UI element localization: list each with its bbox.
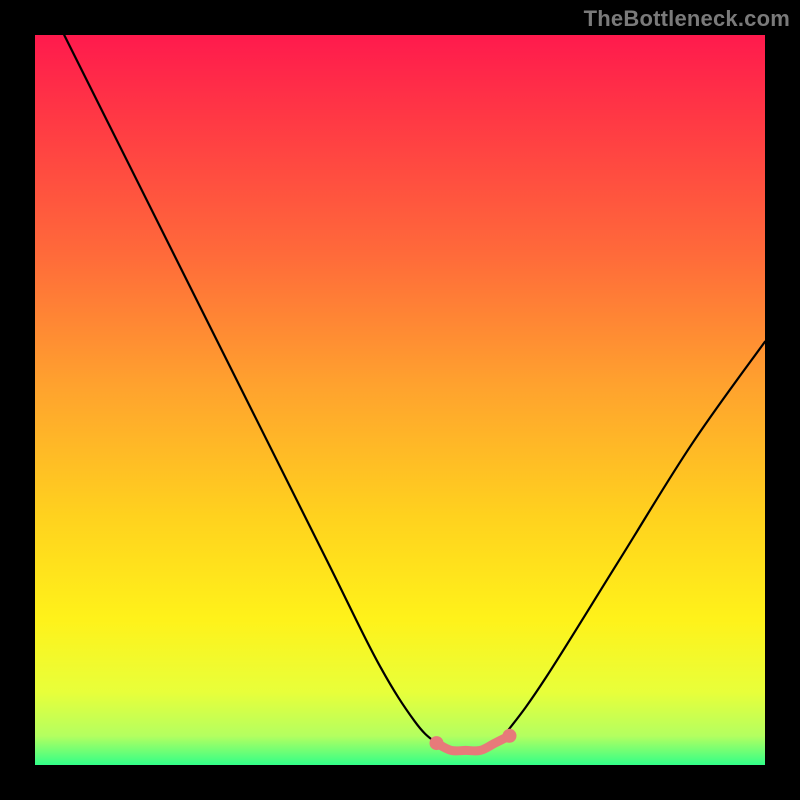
chart-svg xyxy=(35,35,765,765)
watermark-text: TheBottleneck.com xyxy=(584,6,790,32)
optimal-range xyxy=(437,736,510,751)
optimal-endpoint-dot xyxy=(503,729,517,743)
chart-frame: TheBottleneck.com xyxy=(0,0,800,800)
optimal-endpoint-dot xyxy=(430,736,444,750)
plot-area xyxy=(35,35,765,765)
bottleneck-curve xyxy=(64,35,765,751)
